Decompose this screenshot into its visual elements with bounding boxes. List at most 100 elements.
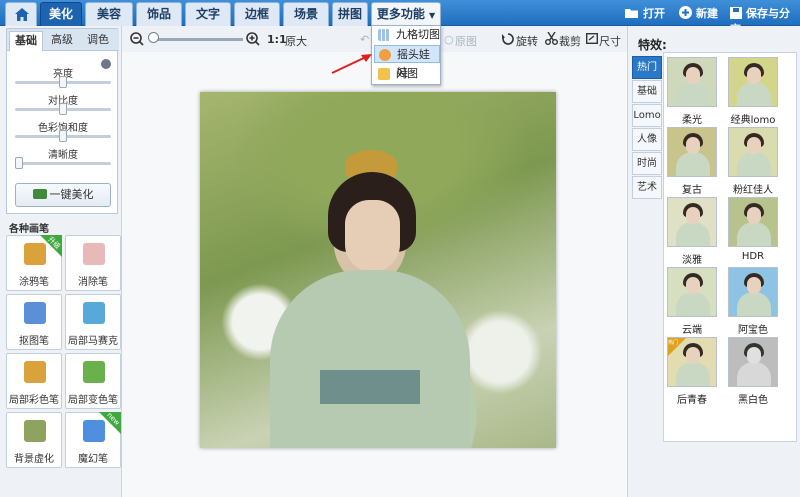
effect-thumb-cloud[interactable] — [667, 267, 717, 317]
saturation-slider[interactable] — [15, 130, 111, 142]
undo-icon[interactable]: ↶ — [360, 33, 369, 46]
new-button[interactable]: 新建 — [679, 5, 718, 21]
brush-recolor[interactable]: 局部变色笔 — [65, 353, 121, 409]
zoom-slider-thumb[interactable] — [148, 32, 159, 43]
resize-icon — [586, 33, 598, 44]
brush-local-color-label: 局部彩色笔 — [9, 395, 59, 406]
effects-category-hot[interactable]: 热门 — [632, 56, 662, 79]
effects-category-fashion[interactable]: 时尚 — [632, 152, 662, 175]
one-click-beautify-label: 一键美化 — [49, 188, 94, 201]
brush-cutout-label: 抠图笔 — [19, 336, 49, 347]
more-features-menu[interactable]: 更多功能 ▼ — [371, 2, 441, 26]
brush-section-title: 各种画笔 — [9, 224, 49, 235]
contrast-slider-thumb[interactable] — [59, 103, 67, 115]
more-features-label: 更多功能 — [376, 7, 425, 21]
one-click-beautify-button[interactable]: 一键美化 — [15, 183, 111, 207]
tab-beautify[interactable]: 美化 — [40, 2, 82, 26]
tab-collage[interactable]: 拼图 — [332, 2, 368, 26]
restore-icon: ○ — [444, 33, 454, 46]
tab-accessories[interactable]: 饰品 — [136, 2, 182, 26]
blur-icon — [24, 420, 46, 442]
effects-title: 特效: — [638, 38, 667, 52]
effect-label-cloud: 云端 — [682, 325, 702, 336]
folder-icon — [625, 9, 638, 18]
brush-eraser-label: 消除笔 — [78, 277, 108, 288]
effect-thumb-classic-lomo[interactable] — [728, 57, 778, 107]
menu-item-bobblehead[interactable]: 摇头娃娃 — [374, 45, 440, 79]
effects-category-lomo[interactable]: Lomo — [632, 104, 662, 127]
tab-beauty[interactable]: 美容 — [85, 2, 133, 26]
effects-category-art[interactable]: 艺术 — [632, 176, 662, 199]
subtab-advanced[interactable]: 高级 — [45, 31, 79, 51]
zoom-in-icon[interactable] — [246, 32, 260, 46]
menu-item-nine-grid[interactable]: 九格切图 — [374, 26, 440, 44]
brush-background-blur[interactable]: 背景虚化 — [6, 412, 62, 468]
effect-label-black-white: 黑白色 — [738, 395, 768, 406]
zoom-out-icon[interactable] — [130, 32, 144, 46]
thumb-figure-face — [686, 347, 700, 364]
paint-bucket-icon — [83, 361, 105, 383]
thumb-figure-face — [686, 137, 700, 154]
brightness-slider-thumb[interactable] — [59, 76, 67, 88]
effect-thumb-abao-color[interactable] — [728, 267, 778, 317]
bobblehead-icon — [379, 49, 391, 61]
plus-circle-icon — [679, 6, 692, 19]
brush-mosaic-label: 局部马赛克 — [68, 336, 118, 347]
brush-eraser[interactable]: 消除笔 — [65, 235, 121, 291]
brush-magic[interactable]: new 魔幻笔 — [65, 411, 121, 468]
effect-thumb-retro[interactable] — [667, 127, 717, 177]
subtab-basic[interactable]: 基础 — [9, 31, 43, 51]
effect-thumb-pink-lady[interactable] — [728, 127, 778, 177]
tab-border[interactable]: 边框 — [234, 2, 280, 26]
thumb-figure-face — [747, 207, 761, 224]
brush-mosaic[interactable]: 局部马赛克 — [65, 294, 121, 350]
effect-thumb-youth[interactable]: 热门 — [667, 337, 717, 387]
effect-thumb-hdr[interactable] — [728, 197, 778, 247]
crop-button[interactable]: 裁剪 — [559, 33, 581, 49]
brush-local-color[interactable]: 局部彩色笔 — [6, 353, 62, 409]
rotate-button[interactable]: 旋转 — [516, 33, 538, 49]
thumb-figure-face — [686, 277, 700, 294]
effects-category-portrait[interactable]: 人像 — [632, 128, 662, 151]
top-nav-bar: 美化 美容 饰品 文字 边框 场景 拼图 更多功能 ▼ 打开 新建 保存与分享 — [0, 0, 800, 36]
brightness-slider[interactable] — [15, 76, 111, 88]
effects-category-basic[interactable]: 基础 — [632, 80, 662, 103]
edited-photo[interactable] — [200, 92, 556, 448]
flash-image-icon — [378, 68, 390, 80]
resize-button[interactable]: 尺寸 — [599, 33, 621, 49]
brush-background-blur-label: 背景虚化 — [14, 454, 54, 465]
subtab-color[interactable]: 调色 — [81, 31, 115, 51]
contrast-slider[interactable] — [15, 103, 111, 115]
sharpness-slider[interactable] — [15, 157, 111, 169]
photo-face — [345, 200, 400, 272]
effect-label-hdr: HDR — [741, 251, 765, 262]
crop-scissors-icon — [545, 32, 558, 45]
effect-thumb-soft-light[interactable] — [667, 57, 717, 107]
tab-scene[interactable]: 场景 — [283, 2, 329, 26]
brush-cutout[interactable]: 抠图笔 — [6, 294, 62, 350]
effect-label-youth: 后青春 — [677, 395, 707, 406]
tab-text[interactable]: 文字 — [185, 2, 231, 26]
open-button[interactable]: 打开 — [625, 5, 665, 21]
eraser-icon — [83, 243, 105, 265]
thumb-figure-body — [676, 222, 710, 246]
effect-thumb-elegant[interactable] — [667, 197, 717, 247]
brush-doodle[interactable]: 升级 涂鸦笔 — [6, 235, 62, 291]
home-button[interactable] — [5, 2, 37, 26]
effect-thumb-black-white[interactable] — [728, 337, 778, 387]
thumb-figure-face — [686, 67, 700, 84]
sharpness-slider-thumb[interactable] — [15, 157, 23, 169]
ratio-button[interactable]: 1:1 — [267, 33, 287, 46]
menu-item-flash-image[interactable]: 闪图 — [374, 65, 440, 83]
saturation-slider-thumb[interactable] — [59, 130, 67, 142]
sharpness-label: 清晰度 — [48, 150, 78, 161]
thumb-figure-body — [676, 82, 710, 106]
save-icon — [730, 7, 742, 19]
mosaic-icon — [83, 302, 105, 324]
thumb-figure-body — [737, 222, 771, 246]
original-size-button[interactable]: 原大 — [285, 33, 307, 49]
zoom-slider[interactable] — [153, 38, 243, 41]
restore-original-button[interactable]: 原图 — [455, 33, 477, 49]
effect-label-pink-lady: 粉红佳人 — [733, 185, 773, 196]
thumb-figure-face — [747, 137, 761, 154]
